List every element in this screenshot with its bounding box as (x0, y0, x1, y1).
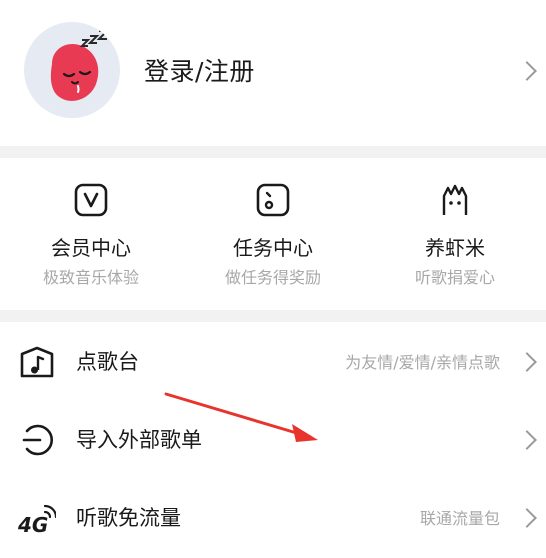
menu-item-hint: 联通流量包 (419, 509, 500, 528)
chevron-right-icon (517, 430, 537, 450)
feature-vip-center[interactable]: 会员中心 极致音乐体验 (0, 158, 182, 310)
chevron-right-icon (517, 508, 537, 528)
feature-title: 养虾米 (425, 236, 485, 260)
feature-task-center[interactable]: 任务中心 做任务得奖励 (182, 158, 364, 310)
menu-item-label: 点歌台 (76, 350, 139, 374)
section-divider (0, 310, 546, 322)
menu-item-hint: 为友情/爱情/亲情点歌 (345, 353, 500, 372)
vip-v-icon (74, 183, 108, 217)
feature-subtitle: 做任务得奖励 (224, 268, 321, 287)
chevron-right-icon (517, 352, 537, 372)
avatar[interactable] (24, 22, 120, 118)
feature-grid: 会员中心 极致音乐体验 任务中心 做任务得奖励 养虾米 听歌捐爱心 (0, 158, 546, 310)
4g-signal-icon: 4G (18, 504, 56, 536)
sleeping-blob-icon (50, 30, 110, 101)
music-box-icon (20, 346, 54, 378)
feature-subtitle: 极致音乐体验 (42, 268, 139, 287)
shrimp-icon (442, 184, 468, 215)
feature-title: 会员中心 (51, 236, 131, 260)
login-register-link[interactable]: 登录/注册 (144, 52, 255, 88)
menu-item-label: 导入外部歌单 (76, 428, 202, 452)
chevron-right-icon (517, 61, 537, 81)
profile-header[interactable]: 登录/注册 (0, 0, 546, 146)
feature-raise-shrimp[interactable]: 养虾米 听歌捐爱心 (364, 158, 546, 310)
feature-subtitle: 听歌捐爱心 (414, 268, 495, 287)
feature-title: 任务中心 (233, 236, 313, 260)
menu-item-label: 听歌免流量 (76, 506, 181, 530)
menu-item-song-request[interactable]: 点歌台 为友情/爱情/亲情点歌 (0, 322, 546, 400)
import-playlist-icon (22, 424, 54, 456)
4g-badge-text: 4G (18, 513, 48, 536)
menu-item-free-data[interactable]: 4G 听歌免流量 联通流量包 (0, 478, 546, 556)
menu-item-import-playlist[interactable]: 导入外部歌单 (0, 400, 546, 478)
task-face-icon (256, 183, 290, 217)
section-divider (0, 146, 546, 158)
